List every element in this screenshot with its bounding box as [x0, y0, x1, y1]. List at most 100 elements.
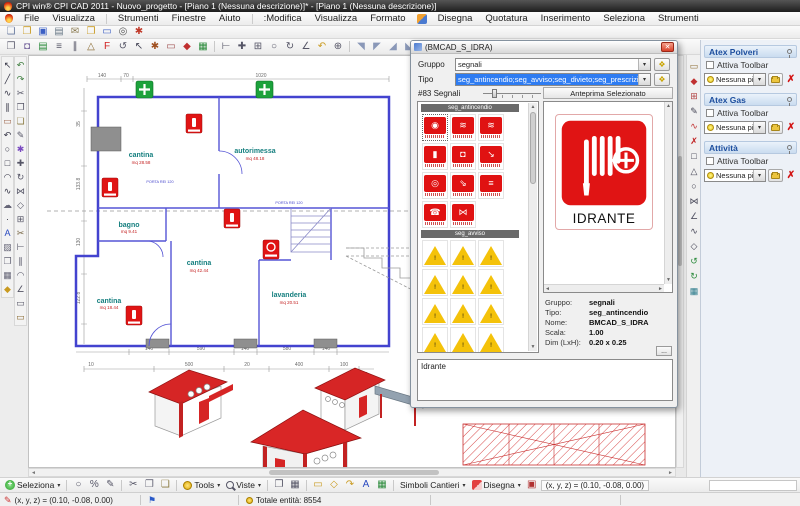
- menu-aiuto[interactable]: Aiuto: [217, 13, 243, 24]
- more-button[interactable]: ...: [656, 346, 672, 356]
- palette-scrollbar[interactable]: ▲ ▼: [528, 103, 537, 351]
- checkbox[interactable]: [706, 157, 714, 165]
- scroll-thumb[interactable]: [269, 470, 439, 475]
- scroll-thumb[interactable]: [678, 156, 682, 266]
- palette-tile-warning[interactable]: !: [450, 298, 476, 325]
- menu-file[interactable]: File: [22, 13, 41, 24]
- parallel-icon[interactable]: ∥: [2, 101, 13, 113]
- region-icon[interactable]: ▦: [2, 269, 13, 281]
- tipo-combobox[interactable]: seg_antincendio;seg_avviso;seg_divieto;s…: [455, 73, 651, 86]
- seleziona-button[interactable]: Seleziona: [3, 480, 62, 490]
- circle-icon[interactable]: ○: [2, 143, 13, 155]
- browse-folder-button[interactable]: [768, 121, 783, 134]
- menu-formato[interactable]: Formato: [368, 13, 407, 24]
- mdi-child-icon[interactable]: [5, 14, 13, 23]
- rotate-left-icon[interactable]: ↺: [116, 40, 130, 53]
- mail-icon[interactable]: ✉: [68, 26, 82, 39]
- list-icon[interactable]: ≡: [52, 40, 66, 53]
- tools-button[interactable]: Tools: [181, 480, 222, 490]
- simboli-cantieri-button[interactable]: Simboli Cantieri: [398, 480, 468, 490]
- curve-red-icon[interactable]: ∿: [688, 120, 700, 132]
- palette-tile-warning[interactable]: !: [478, 298, 504, 325]
- block-green-icon[interactable]: ▦: [196, 40, 210, 53]
- ruler-icon[interactable]: ▭: [15, 311, 26, 323]
- palette-tile-warning[interactable]: !: [450, 240, 476, 267]
- rect-icon[interactable]: □: [688, 150, 700, 162]
- piantina-combobox[interactable]: Nessuna piantina: [704, 121, 766, 134]
- menu-inserimento[interactable]: Inserimento: [539, 13, 593, 24]
- hatch-icon[interactable]: ▨: [2, 241, 13, 253]
- menu-finestre[interactable]: Finestre: [170, 13, 208, 24]
- menu-strumenti-2[interactable]: Strumenti: [656, 13, 701, 24]
- snap-icon[interactable]: ✚: [235, 40, 249, 53]
- zoom-icon[interactable]: ◎: [116, 26, 130, 39]
- cut-icon[interactable]: ✂: [126, 479, 140, 492]
- view-se-icon[interactable]: ◢: [386, 40, 400, 53]
- copy-icon[interactable]: ❐: [4, 40, 18, 53]
- palette-tile-text-sign[interactable]: ≋: [478, 114, 504, 141]
- palette-tile-extinguisher[interactable]: ▮: [422, 143, 448, 170]
- move-icon[interactable]: ✚: [15, 157, 26, 169]
- pen-icon[interactable]: ✎: [688, 105, 700, 117]
- scroll-left-icon[interactable]: ◄: [29, 470, 38, 476]
- menu-modifica[interactable]: :Modifica: [262, 13, 304, 24]
- text-icon[interactable]: A: [2, 227, 13, 239]
- palette-tile-bowtie[interactable]: ⋈: [450, 201, 476, 228]
- scissors-icon[interactable]: ✂: [15, 87, 26, 99]
- close-button[interactable]: [661, 42, 674, 52]
- slider-knob[interactable]: [492, 89, 497, 98]
- palette-tile-exit-down[interactable]: ⇘: [450, 172, 476, 199]
- mirror-icon[interactable]: ⋈: [15, 185, 26, 197]
- panel-header-atex-polveri[interactable]: Atex Polveri: [704, 45, 797, 58]
- piantina-combobox[interactable]: Nessuna piantina: [704, 73, 766, 86]
- menu-quotatura[interactable]: Quotatura: [483, 13, 529, 24]
- endpoint-icon[interactable]: ⊢: [219, 40, 233, 53]
- palette-tile-warning[interactable]: !: [422, 269, 448, 296]
- settings-icon[interactable]: ✱: [132, 26, 146, 39]
- view-nw-icon[interactable]: ◤: [370, 40, 384, 53]
- preview-hscrollbar[interactable]: ◄►: [544, 284, 664, 292]
- letter-f-icon[interactable]: F: [100, 40, 114, 53]
- menu-visualizza-2[interactable]: Visualizza: [313, 13, 360, 24]
- select-arrow-icon[interactable]: ↖: [2, 59, 13, 71]
- scroll-right-icon[interactable]: ►: [666, 470, 675, 476]
- palette-tile-coil[interactable]: ◎: [422, 172, 448, 199]
- menu-disegna[interactable]: Disegna: [436, 13, 475, 24]
- export-image-icon[interactable]: ▦: [288, 479, 302, 492]
- palette-tile-ladder[interactable]: ≡: [478, 172, 504, 199]
- attiva-toolbar-checkbox-row[interactable]: Attiva Toolbar: [706, 156, 797, 166]
- remove-button[interactable]: [785, 170, 797, 182]
- triangle-icon[interactable]: △: [688, 165, 700, 177]
- polygon-yellow-icon[interactable]: ◇: [327, 479, 341, 492]
- arrow-yellow-icon[interactable]: ↷: [343, 479, 357, 492]
- bowtie-icon[interactable]: ⋈: [688, 195, 700, 207]
- palette-tile-phone[interactable]: ☎: [422, 201, 448, 228]
- percent-icon[interactable]: %: [87, 479, 101, 492]
- panel-header-atex-gas[interactable]: Atex Gas: [704, 93, 797, 106]
- grid-icon[interactable]: ⊞: [251, 40, 265, 53]
- chamfer-icon[interactable]: ∠: [15, 283, 26, 295]
- grid-green-icon[interactable]: ▦: [375, 479, 389, 492]
- dialog-title-bar[interactable]: (BMCAD_S_IDRA): [411, 41, 677, 54]
- magic-icon[interactable]: ✱: [15, 143, 26, 155]
- angle-icon[interactable]: ∠: [688, 210, 700, 222]
- checkbox[interactable]: [706, 61, 714, 69]
- explode-icon[interactable]: ✱: [148, 40, 162, 53]
- scroll-thumb[interactable]: [530, 112, 536, 184]
- checkbox[interactable]: [706, 109, 714, 117]
- text-a-icon[interactable]: A: [359, 479, 373, 492]
- pencil-icon[interactable]: ✎: [103, 479, 117, 492]
- palette-tile-warning[interactable]: !: [422, 327, 448, 353]
- exit-sign[interactable]: [256, 81, 273, 98]
- command-input[interactable]: [709, 480, 797, 491]
- gruppo-filter-button[interactable]: [654, 58, 670, 71]
- scroll-right-icon[interactable]: ►: [658, 286, 663, 292]
- menu-visualizza[interactable]: Visualizza: [50, 13, 97, 24]
- extinguisher-sign[interactable]: [224, 209, 240, 228]
- browse-folder-button[interactable]: [768, 73, 783, 86]
- cursor-icon[interactable]: ↖: [132, 40, 146, 53]
- open-folder-icon[interactable]: ❐: [20, 26, 34, 39]
- undo-yellow-icon[interactable]: ↶: [315, 40, 329, 53]
- rect-icon[interactable]: □: [2, 157, 13, 169]
- scroll-down-icon[interactable]: ▼: [529, 344, 537, 350]
